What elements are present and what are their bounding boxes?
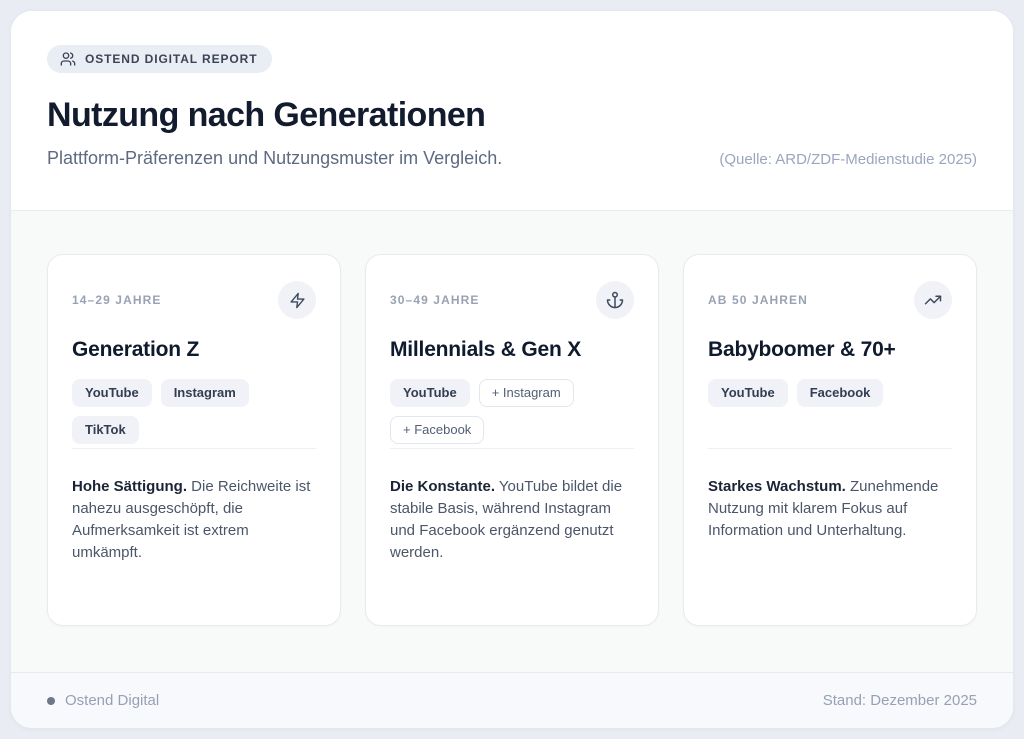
card-title: Generation Z (72, 338, 316, 362)
age-range-label: 30–49 JAHRE (390, 281, 479, 307)
footer-brand-label: Ostend Digital (65, 692, 159, 709)
card-top: 30–49 JAHRE Millennials & Gen X YouTube (390, 281, 634, 448)
trending-up-icon (914, 281, 952, 319)
card-description: Die Konstante. YouTube bildet die stabil… (390, 476, 634, 564)
card-top: AB 50 JAHREN Babyboomer & 70+ YouTube Fa… (708, 281, 952, 448)
description-highlight: Die Konstante. (390, 478, 495, 495)
age-range-label: 14–29 JAHRE (72, 281, 161, 307)
main-section: 14–29 JAHRE Generation Z YouTube Instagr… (11, 211, 1013, 672)
report-footer: Ostend Digital Stand: Dezember 2025 (11, 672, 1013, 728)
card-divider (708, 448, 952, 449)
card-title: Millennials & Gen X (390, 338, 634, 362)
platform-tag: + Instagram (479, 379, 574, 407)
generation-cards: 14–29 JAHRE Generation Z YouTube Instagr… (47, 254, 977, 626)
users-icon (60, 51, 76, 67)
card-generation-z: 14–29 JAHRE Generation Z YouTube Instagr… (47, 254, 341, 626)
card-description: Starkes Wachstum. Zunehmende Nutzung mit… (708, 476, 952, 542)
page-title: Nutzung nach Generationen (47, 96, 977, 135)
platform-tags: YouTube Instagram TikTok (72, 379, 316, 444)
report-header: OSTEND DIGITAL REPORT Nutzung nach Gener… (11, 11, 1013, 211)
platform-tags: YouTube Facebook (708, 379, 952, 407)
platform-tag: Instagram (161, 379, 249, 407)
subtitle-row: Plattform-Präferenzen und Nutzungsmuster… (47, 148, 977, 169)
platform-tag: Facebook (797, 379, 884, 407)
platform-tag: YouTube (390, 379, 470, 407)
source-note: (Quelle: ARD/ZDF-Medienstudie 2025) (719, 151, 977, 168)
description-highlight: Starkes Wachstum. (708, 478, 846, 495)
platform-tag: + Facebook (390, 416, 484, 444)
platform-tag: TikTok (72, 416, 139, 444)
footer-brand: Ostend Digital (47, 692, 159, 709)
report-badge-label: OSTEND DIGITAL REPORT (85, 52, 257, 66)
card-millennials-gen-x: 30–49 JAHRE Millennials & Gen X YouTube (365, 254, 659, 626)
card-babyboomer: AB 50 JAHREN Babyboomer & 70+ YouTube Fa… (683, 254, 977, 626)
zap-icon (278, 281, 316, 319)
card-divider (390, 448, 634, 449)
card-description: Hohe Sättigung. Die Reichweite ist nahez… (72, 476, 316, 564)
report-panel: OSTEND DIGITAL REPORT Nutzung nach Gener… (10, 10, 1014, 729)
page-subtitle: Plattform-Präferenzen und Nutzungsmuster… (47, 148, 502, 169)
report-badge: OSTEND DIGITAL REPORT (47, 45, 272, 73)
anchor-icon (596, 281, 634, 319)
card-divider (72, 448, 316, 449)
age-range-label: AB 50 JAHREN (708, 281, 808, 307)
platform-tag: YouTube (72, 379, 152, 407)
card-title: Babyboomer & 70+ (708, 338, 952, 362)
platform-tags: YouTube + Instagram + Facebook (390, 379, 634, 444)
card-top: 14–29 JAHRE Generation Z YouTube Instagr… (72, 281, 316, 448)
platform-tag: YouTube (708, 379, 788, 407)
bullet-dot-icon (47, 697, 55, 705)
footer-status: Stand: Dezember 2025 (823, 692, 977, 709)
description-highlight: Hohe Sättigung. (72, 478, 187, 495)
